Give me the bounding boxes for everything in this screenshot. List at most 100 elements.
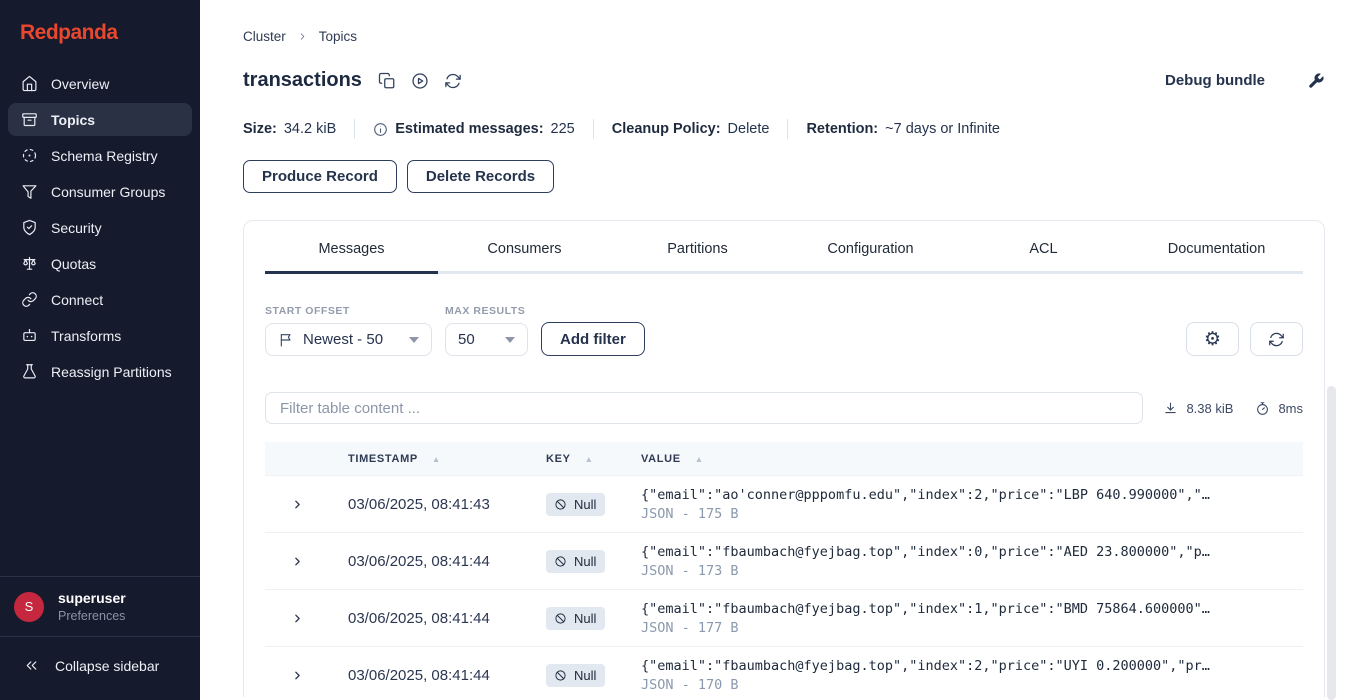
table-header: TIMESTAMP ▲ KEY ▲ VALUE ▲ bbox=[265, 442, 1303, 475]
add-filter-button[interactable]: Add filter bbox=[541, 322, 645, 356]
chevron-right-icon bbox=[297, 31, 308, 42]
produce-record-button[interactable]: Produce Record bbox=[243, 160, 397, 193]
start-offset-label: START OFFSET bbox=[265, 305, 350, 317]
sidebar-item-label: Overview bbox=[51, 75, 110, 92]
breadcrumb-cluster[interactable]: Cluster bbox=[243, 29, 286, 44]
null-icon bbox=[554, 669, 567, 682]
consumer-groups-icon bbox=[21, 183, 38, 200]
sidebar-item-topics[interactable]: Topics bbox=[8, 103, 192, 136]
refresh-icon[interactable] bbox=[444, 72, 462, 90]
sort-icon: ▲ bbox=[694, 453, 704, 464]
transforms-icon bbox=[21, 327, 38, 344]
play-circle-icon[interactable] bbox=[411, 72, 429, 90]
col-header-value[interactable]: VALUE ▲ bbox=[641, 453, 1303, 465]
sidebar: Redpanda Overview Topics Schema Registry… bbox=[0, 0, 200, 700]
topic-stats: Size: 34.2 kiB Estimated messages: 225 C… bbox=[243, 119, 1325, 139]
quotas-icon bbox=[21, 255, 38, 272]
reload-messages-button[interactable] bbox=[1250, 322, 1303, 356]
tab-partitions[interactable]: Partitions bbox=[611, 238, 784, 274]
start-offset-select[interactable]: Newest - 50 bbox=[265, 323, 432, 356]
value-json: {"email":"fbaumbach@fyejbag.top","index"… bbox=[641, 600, 1210, 617]
sidebar-item-label: Transforms bbox=[51, 327, 122, 344]
null-badge: Null bbox=[546, 663, 606, 687]
chevron-down-icon bbox=[505, 336, 515, 343]
value-cell: {"email":"fbaumbach@fyejbag.top","index"… bbox=[641, 601, 1303, 636]
connect-icon bbox=[21, 291, 38, 308]
double-chevron-left-icon bbox=[23, 657, 40, 674]
col-header-timestamp[interactable]: TIMESTAMP ▲ bbox=[348, 453, 546, 465]
sidebar-item-reassign-partitions[interactable]: Reassign Partitions bbox=[8, 355, 192, 388]
sidebar-item-quotas[interactable]: Quotas bbox=[8, 247, 192, 280]
vertical-scrollbar[interactable] bbox=[1327, 386, 1336, 700]
home-icon bbox=[21, 75, 38, 92]
max-results-label: MAX RESULTS bbox=[445, 305, 526, 317]
stat-retention: Retention: ~7 days or Infinite bbox=[787, 119, 1018, 139]
debug-bundle-button[interactable]: Debug bundle bbox=[1165, 72, 1265, 89]
stat-estimated-messages: Estimated messages: 225 bbox=[354, 119, 593, 139]
sidebar-item-connect[interactable]: Connect bbox=[8, 283, 192, 316]
tab-acl[interactable]: ACL bbox=[957, 238, 1130, 274]
user-profile[interactable]: S superuser Preferences bbox=[0, 576, 200, 636]
sidebar-item-security[interactable]: Security bbox=[8, 211, 192, 244]
expand-row-button[interactable] bbox=[265, 555, 348, 568]
max-results-select[interactable]: 50 bbox=[445, 323, 528, 356]
avatar: S bbox=[14, 591, 44, 622]
topics-icon bbox=[21, 111, 38, 128]
gear-icon: ⚙ bbox=[1203, 327, 1222, 350]
delete-records-button[interactable]: Delete Records bbox=[406, 160, 555, 193]
tab-consumers[interactable]: Consumers bbox=[438, 238, 611, 274]
expand-row-button[interactable] bbox=[265, 669, 348, 682]
expand-row-button[interactable] bbox=[265, 498, 348, 511]
payload-size: 8.38 kiB bbox=[1186, 400, 1234, 416]
table-row: 03/06/2025, 08:41:44 Null {"email":"fbau… bbox=[265, 589, 1303, 646]
sidebar-item-consumer-groups[interactable]: Consumer Groups bbox=[8, 175, 192, 208]
wrench-icon[interactable] bbox=[1307, 72, 1325, 90]
breadcrumb: Cluster Topics bbox=[243, 29, 1325, 44]
sidebar-item-schema-registry[interactable]: Schema Registry bbox=[8, 139, 192, 172]
value-cell: {"email":"fbaumbach@fyejbag.top","index"… bbox=[641, 544, 1303, 579]
sidebar-item-overview[interactable]: Overview bbox=[8, 67, 192, 100]
info-icon bbox=[373, 122, 388, 137]
key-cell: Null bbox=[546, 606, 641, 630]
sidebar-item-transforms[interactable]: Transforms bbox=[8, 319, 192, 352]
col-header-key[interactable]: KEY ▲ bbox=[546, 453, 641, 465]
tab-documentation[interactable]: Documentation bbox=[1130, 238, 1303, 274]
sidebar-item-label: Consumer Groups bbox=[51, 183, 166, 200]
sidebar-item-label: Connect bbox=[51, 291, 104, 308]
stat-size: Size: 34.2 kiB bbox=[243, 121, 337, 137]
max-results-value: 50 bbox=[458, 331, 475, 348]
tab-configuration[interactable]: Configuration bbox=[784, 238, 957, 274]
null-badge: Null bbox=[546, 549, 606, 573]
value-meta: JSON - 173 B bbox=[641, 562, 739, 579]
reassign-partitions-icon bbox=[21, 363, 38, 380]
reload-icon bbox=[1268, 331, 1285, 348]
tab-messages[interactable]: Messages bbox=[265, 238, 438, 274]
payload-meta: 8.38 kiB 8ms bbox=[1163, 401, 1303, 416]
value-json: {"email":"fbaumbach@fyejbag.top","index"… bbox=[641, 543, 1210, 560]
timestamp-cell: 03/06/2025, 08:41:43 bbox=[348, 495, 490, 513]
breadcrumb-topics[interactable]: Topics bbox=[319, 29, 357, 44]
sidebar-item-label: Reassign Partitions bbox=[51, 363, 172, 380]
main-content: Cluster Topics transactions Debug bundle… bbox=[200, 0, 1366, 700]
expand-row-button[interactable] bbox=[265, 612, 348, 625]
start-offset-value: Newest - 50 bbox=[303, 331, 384, 348]
key-cell: Null bbox=[546, 549, 641, 573]
collapse-sidebar-button[interactable]: Collapse sidebar bbox=[0, 636, 200, 700]
sort-icon: ▲ bbox=[431, 453, 441, 464]
preferences-link[interactable]: Preferences bbox=[58, 609, 126, 623]
value-cell: {"email":"ao'conner@pppomfu.edu","index"… bbox=[641, 487, 1303, 522]
value-meta: JSON - 170 B bbox=[641, 676, 739, 693]
sort-icon: ▲ bbox=[584, 453, 594, 464]
copy-icon[interactable] bbox=[378, 72, 396, 90]
table-row: 03/06/2025, 08:41:44 Null {"email":"fbau… bbox=[265, 646, 1303, 697]
value-cell: {"email":"fbaumbach@fyejbag.top","index"… bbox=[641, 658, 1303, 693]
redpanda-logo: Redpanda bbox=[20, 21, 118, 44]
null-badge: Null bbox=[546, 492, 606, 516]
settings-button[interactable]: ⚙ bbox=[1186, 322, 1239, 356]
timestamp-cell: 03/06/2025, 08:41:44 bbox=[348, 552, 490, 570]
elapsed-time: 8ms bbox=[1278, 400, 1303, 416]
download-icon[interactable] bbox=[1163, 401, 1178, 416]
filter-table-input[interactable] bbox=[265, 392, 1144, 424]
timestamp-cell: 03/06/2025, 08:41:44 bbox=[348, 609, 490, 627]
key-cell: Null bbox=[546, 492, 641, 516]
